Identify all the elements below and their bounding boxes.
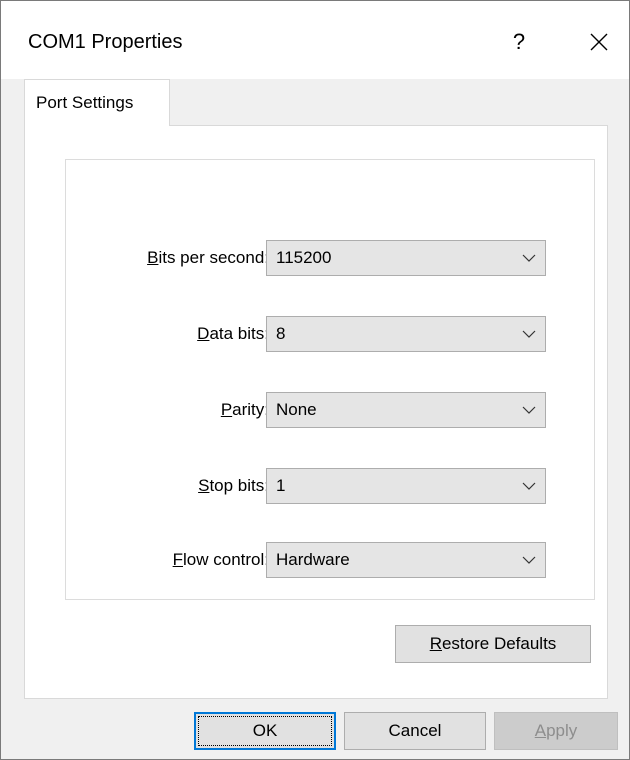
chevron-down-icon <box>522 556 536 564</box>
cancel-label: Cancel <box>388 721 442 740</box>
restore-defaults-button[interactable]: Restore Defaults <box>395 625 591 663</box>
flow-control-label: Flow control: <box>172 550 269 569</box>
bits-per-second-label: Bits per second: <box>147 248 269 267</box>
data-bits-dropdown[interactable]: 8 <box>266 316 546 352</box>
flow-control-value: Hardware <box>276 550 350 569</box>
window-title: COM1 Properties <box>28 31 183 53</box>
parity-label: Parity: <box>220 400 269 419</box>
stop-bits-value: 1 <box>276 476 286 495</box>
bits-per-second-row: Bits per second: 115200 <box>66 238 596 278</box>
tab-port-settings[interactable]: Port Settings <box>24 79 170 126</box>
close-button[interactable] <box>579 19 619 65</box>
cancel-button[interactable]: Cancel <box>344 712 486 750</box>
help-button[interactable]: ? <box>501 19 537 65</box>
settings-group: Bits per second: 115200 Data bits: 8 Par… <box>65 159 595 600</box>
bits-per-second-dropdown[interactable]: 115200 <box>266 240 546 276</box>
tab-label: Port Settings <box>36 93 134 112</box>
port-settings-panel: Bits per second: 115200 Data bits: 8 Par… <box>24 125 608 699</box>
stop-bits-label: Stop bits: <box>198 476 269 495</box>
flow-control-dropdown[interactable]: Hardware <box>266 542 546 578</box>
close-icon <box>590 33 608 51</box>
bits-per-second-value: 115200 <box>276 248 332 267</box>
stop-bits-dropdown[interactable]: 1 <box>266 468 546 504</box>
parity-row: Parity: None <box>66 390 596 430</box>
com1-properties-dialog: COM1 Properties ? Port Settings Bits per… <box>0 0 630 760</box>
chevron-down-icon <box>522 330 536 338</box>
chevron-down-icon <box>522 482 536 490</box>
parity-dropdown[interactable]: None <box>266 392 546 428</box>
data-bits-row: Data bits: 8 <box>66 314 596 354</box>
chevron-down-icon <box>522 406 536 414</box>
flow-control-row: Flow control: Hardware <box>66 540 596 580</box>
ok-label: OK <box>252 721 278 740</box>
ok-button[interactable]: OK <box>194 712 336 750</box>
data-bits-value: 8 <box>276 324 286 343</box>
stop-bits-row: Stop bits: 1 <box>66 466 596 506</box>
apply-button[interactable]: Apply <box>494 712 618 750</box>
chevron-down-icon <box>522 254 536 262</box>
data-bits-label: Data bits: <box>197 324 269 343</box>
title-bar: COM1 Properties ? <box>1 1 629 79</box>
ok-focus-rect: OK <box>198 716 332 746</box>
parity-value: None <box>276 400 317 419</box>
